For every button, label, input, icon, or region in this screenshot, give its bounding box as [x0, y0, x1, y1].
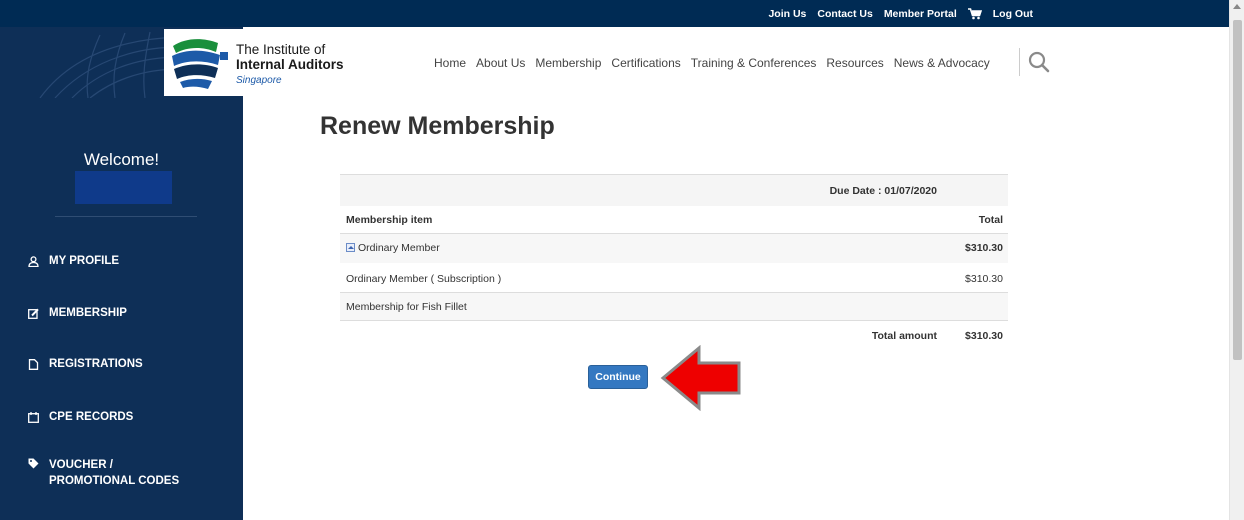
voucher-label-line-2: PROMOTIONAL CODES [49, 475, 180, 487]
document-icon [28, 359, 39, 370]
user-icon [28, 256, 39, 267]
nav-certifications[interactable]: Certifications [611, 56, 680, 70]
sidebar-item-label: MY PROFILE [49, 255, 120, 267]
table-row: Ordinary Member ( Subscription ) $310.30 [340, 263, 1008, 293]
tag-icon [28, 458, 39, 469]
nav-training-conferences[interactable]: Training & Conferences [691, 56, 817, 70]
edit-icon [28, 308, 39, 319]
nav-news-advocacy[interactable]: News & Advocacy [894, 56, 990, 70]
nav-membership[interactable]: Membership [535, 56, 601, 70]
row-item-text: Ordinary Member ( Subscription ) [346, 273, 502, 285]
membership-table: Due Date : 01/07/2020 Membership item To… [340, 174, 1008, 351]
main-nav: Home About Us Membership Certifications … [434, 27, 990, 98]
header: The Institute of Internal Auditors Singa… [0, 27, 1229, 98]
total-amount-value: $310.30 [965, 330, 1003, 342]
search-icon[interactable] [1028, 51, 1050, 73]
logo-line-1: The Institute of [236, 42, 326, 57]
page-title: Renew Membership [320, 112, 555, 140]
sidebar-item-registrations[interactable]: REGISTRATIONS [28, 358, 143, 370]
member-portal-link[interactable]: Member Portal [884, 8, 957, 20]
logo-line-3: Singapore [236, 75, 282, 86]
sidebar-item-label: REGISTRATIONS [49, 358, 143, 370]
voucher-label-line-1: VOUCHER / [49, 459, 113, 471]
logo-line-2: Internal Auditors [236, 57, 344, 72]
nav-resources[interactable]: Resources [826, 56, 883, 70]
table-header: Membership item Total [340, 206, 1008, 234]
sidebar-item-cpe-records[interactable]: CPE RECORDS [28, 411, 133, 423]
red-arrow-annotation [660, 345, 741, 411]
due-date-row: Due Date : 01/07/2020 [340, 174, 1008, 206]
total-amount-label: Total amount [871, 330, 937, 342]
user-name-redacted [75, 171, 172, 204]
table-row: Ordinary Member $310.30 [340, 234, 1008, 263]
scroll-thumb[interactable] [1233, 20, 1242, 360]
sidebar-item-label: VOUCHER / PROMOTIONAL CODES [49, 457, 179, 489]
iia-logo-icon[interactable] [170, 36, 230, 92]
sidebar-item-voucher[interactable]: VOUCHER / PROMOTIONAL CODES [28, 457, 179, 489]
nav-about-us[interactable]: About Us [476, 56, 525, 70]
row-total: $310.30 [965, 273, 1003, 285]
row-item-text: Ordinary Member [358, 242, 440, 254]
log-out-link[interactable]: Log Out [993, 8, 1033, 20]
sidebar: Welcome! MY PROFILE MEMBERSHIP REGISTRAT… [0, 98, 243, 520]
join-us-link[interactable]: Join Us [768, 8, 806, 20]
scroll-up-icon[interactable] [1233, 4, 1241, 9]
nav-home[interactable]: Home [434, 56, 466, 70]
cart-icon[interactable] [967, 7, 982, 20]
column-header-total: Total [978, 214, 1003, 226]
due-date: Due Date : 01/07/2020 [829, 185, 937, 197]
collapse-toggle-icon[interactable] [346, 243, 355, 252]
welcome-heading: Welcome! [83, 150, 160, 169]
sidebar-item-label: MEMBERSHIP [49, 307, 127, 319]
nav-divider [1019, 48, 1020, 76]
top-bar: Join Us Contact Us Member Portal Log Out [0, 0, 1229, 27]
sidebar-item-label: CPE RECORDS [49, 411, 134, 423]
contact-us-link[interactable]: Contact Us [817, 8, 872, 20]
row-item-text: Membership for Fish Fillet [346, 301, 467, 313]
top-links: Join Us Contact Us Member Portal Log Out [768, 0, 1033, 27]
row-item-cell: Ordinary Member [346, 242, 440, 254]
row-total: $310.30 [965, 242, 1003, 254]
continue-button[interactable]: Continue [588, 365, 648, 389]
column-header-item: Membership item [346, 214, 433, 226]
page-scrollbar[interactable] [1229, 0, 1244, 520]
table-row: Membership for Fish Fillet [340, 293, 1008, 321]
sidebar-divider [55, 216, 197, 217]
sidebar-item-membership[interactable]: MEMBERSHIP [28, 307, 127, 319]
sidebar-item-my-profile[interactable]: MY PROFILE [28, 255, 119, 267]
calendar-icon [28, 412, 39, 423]
